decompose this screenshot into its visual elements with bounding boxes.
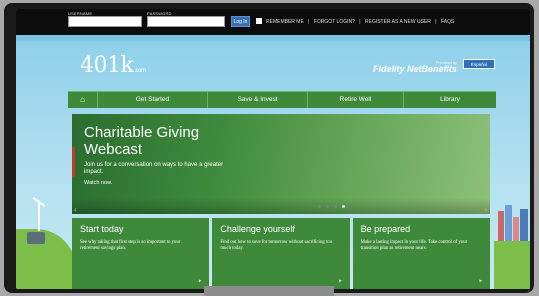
login-button[interactable]: Log In — [231, 16, 250, 27]
carousel-dot[interactable] — [318, 205, 321, 208]
tractor-icon — [27, 232, 45, 244]
wind-turbine-icon — [38, 201, 40, 231]
logo-sub: .com — [134, 68, 146, 74]
fidelity-logo[interactable]: Provided by Fidelity NetBenefits — [369, 60, 457, 74]
card-text: See why taking that first step is so imp… — [80, 240, 181, 251]
hero-watch-link[interactable]: Watch now. — [84, 180, 112, 186]
card-start-today[interactable]: Start today See why taking that first st… — [72, 218, 210, 289]
faqs-link[interactable]: FAQS — [441, 19, 454, 25]
nav-item-library[interactable]: Library — [404, 92, 496, 108]
card-title: Start today — [80, 224, 124, 234]
monitor-stand — [204, 286, 334, 296]
carousel-next-icon[interactable]: › — [484, 205, 487, 214]
site-logo[interactable]: 401k.com — [80, 53, 146, 78]
nav-item-get-started[interactable]: Get Started — [98, 92, 208, 108]
hero-banner[interactable]: Charitable Giving Webcast Join us for a … — [72, 114, 490, 214]
login-bar: USERNAME PASSWORD Log In REMEMBER ME | F… — [16, 9, 530, 35]
register-link[interactable]: REGISTER AS A NEW USER — [365, 19, 431, 25]
forgot-login-link[interactable]: FORGOT LOGIN? — [314, 19, 355, 25]
nav-item-retire-well[interactable]: Retire Well — [308, 92, 404, 108]
separator: | — [435, 19, 437, 25]
top-links: REMEMBER ME | FORGOT LOGIN? | REGISTER A… — [266, 19, 457, 25]
card-title: Challenge yourself — [220, 224, 295, 234]
espanol-button[interactable]: Español — [463, 59, 495, 69]
main-nav: ⌂ Get Started Save & Invest Retire Well … — [68, 91, 496, 108]
carousel-dots — [318, 205, 345, 208]
arrow-right-icon[interactable]: ▸ — [199, 278, 202, 284]
separator: | — [359, 19, 361, 25]
city-skyline-illustration — [498, 203, 530, 241]
home-icon[interactable]: ⌂ — [68, 92, 98, 108]
provided-by-text: Provided by — [435, 60, 457, 65]
arrow-right-icon[interactable]: ▸ — [339, 278, 342, 284]
card-title: Be prepared — [360, 224, 411, 234]
password-input[interactable] — [147, 16, 225, 27]
monitor-bezel: USERNAME PASSWORD Log In REMEMBER ME | F… — [4, 3, 534, 293]
feature-cards: Start today See why taking that first st… — [72, 218, 490, 289]
card-be-prepared[interactable]: Be prepared Make a lasting impact in you… — [352, 218, 490, 289]
logo-main: 401k — [80, 53, 134, 78]
browser-screen: USERNAME PASSWORD Log In REMEMBER ME | F… — [16, 9, 530, 289]
arrow-right-icon[interactable]: ▸ — [479, 278, 482, 284]
remember-me-label[interactable]: REMEMBER ME — [266, 19, 304, 25]
card-challenge-yourself[interactable]: Challenge yourself Find out how to save … — [212, 218, 350, 289]
carousel-dot[interactable] — [334, 205, 337, 208]
carousel-dot-active[interactable] — [342, 205, 345, 208]
hero-accent-bar — [72, 147, 75, 177]
card-text: Find out how to save for tomorrow withou… — [220, 240, 333, 251]
hero-title: Charitable Giving Webcast — [84, 124, 200, 158]
nav-item-save-invest[interactable]: Save & Invest — [208, 92, 308, 108]
username-input[interactable] — [68, 16, 142, 27]
remember-me-checkbox[interactable] — [256, 18, 262, 24]
right-hill-illustration — [494, 241, 530, 289]
carousel-dot[interactable] — [326, 205, 329, 208]
carousel-prev-icon[interactable]: ‹ — [74, 205, 77, 214]
separator: | — [308, 19, 310, 25]
card-text: Make a lasting impact in your life. Take… — [360, 240, 468, 251]
fidelity-name: Fidelity NetBenefits — [372, 64, 457, 74]
photo-background: USERNAME PASSWORD Log In REMEMBER ME | F… — [0, 0, 539, 296]
hero-text: Join us for a conversation on ways to ha… — [84, 162, 224, 175]
